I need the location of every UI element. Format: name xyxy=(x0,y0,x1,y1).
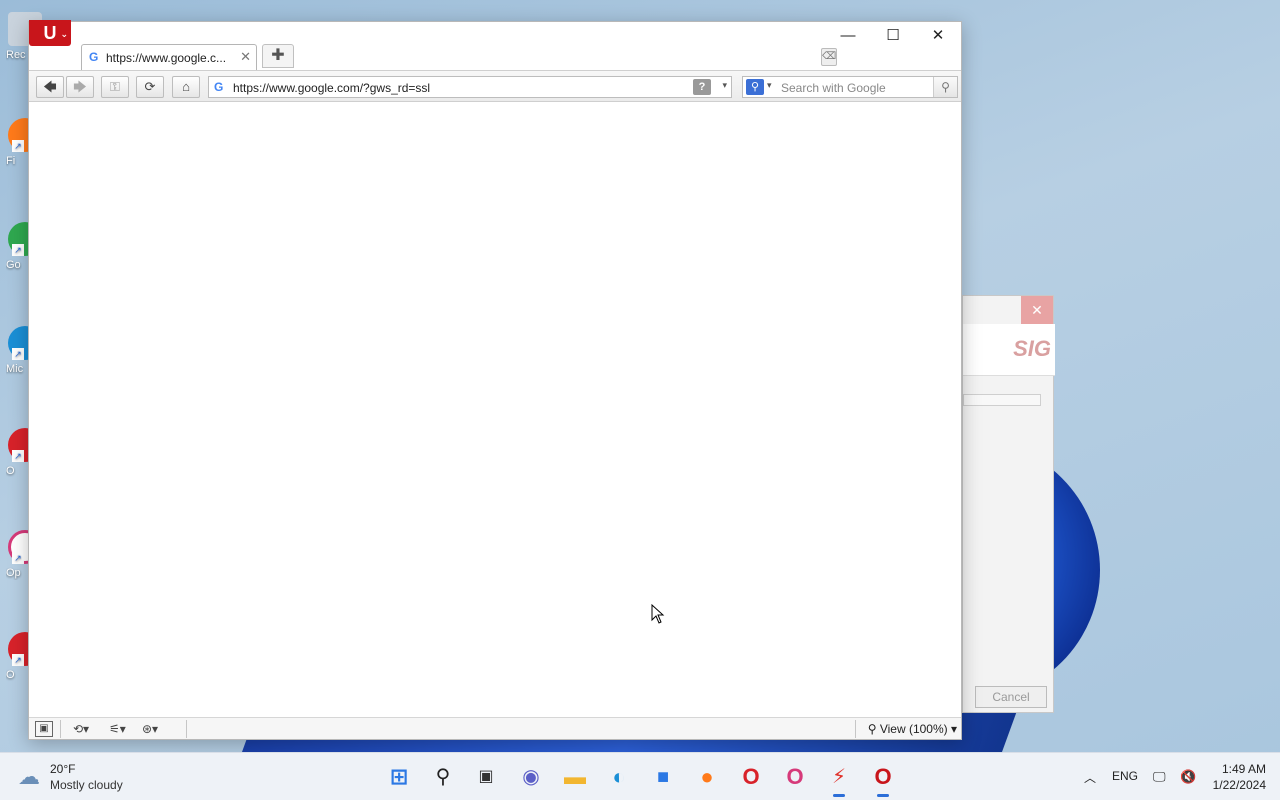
address-dropdown-button[interactable]: ▾ xyxy=(722,80,727,91)
installer-dialog: ✕ SIG Cancel xyxy=(962,295,1055,713)
network-icon[interactable]: 🖵 xyxy=(1153,769,1166,785)
turbo-button[interactable]: ⊛▾ xyxy=(142,721,158,737)
opera-gx-button[interactable]: O xyxy=(781,763,809,791)
dialog-cancel-button[interactable]: Cancel xyxy=(975,686,1047,708)
chat-button[interactable]: ◉ xyxy=(517,763,545,791)
firefox-button[interactable]: ● xyxy=(693,763,721,791)
search-button[interactable]: ⚲ xyxy=(429,763,457,791)
clock[interactable]: 1:49 AM 1/22/2024 xyxy=(1213,761,1266,793)
maximize-button[interactable]: ☐ xyxy=(871,24,915,48)
weather-widget[interactable]: ☁ 20°F Mostly cloudy xyxy=(16,761,156,793)
address-input[interactable]: https://www.google.com/?gws_rd=ssl xyxy=(233,81,430,95)
back-button[interactable]: 🡄 xyxy=(36,76,64,98)
tab-close-button[interactable]: ✕ xyxy=(240,49,251,65)
search-engine-icon[interactable]: ⚲ xyxy=(746,79,764,95)
file-explorer-button[interactable]: ▬ xyxy=(561,763,589,791)
sync-button[interactable]: ⟲▾ xyxy=(73,721,89,737)
reload-button[interactable]: ⟳ xyxy=(136,76,164,98)
panel-toggle-button[interactable]: ▣ xyxy=(35,721,53,737)
opera-legacy-button[interactable]: O xyxy=(869,763,897,797)
new-tab-button[interactable]: ✚ xyxy=(262,44,294,68)
wand-key-button[interactable]: ⚿ xyxy=(101,76,129,98)
shortcut-arrow-icon: ↗ xyxy=(12,654,24,666)
shortcut-arrow-icon: ↗ xyxy=(12,140,24,152)
weather-condition: Mostly cloudy xyxy=(50,778,123,792)
zoom-label: View (100%) xyxy=(879,722,948,736)
site-info-button[interactable]: ? xyxy=(693,79,711,95)
close-button[interactable]: ✕ xyxy=(916,24,960,48)
shortcut-arrow-icon: ↗ xyxy=(12,552,24,564)
taskbar: ☁ 20°F Mostly cloudy ⊞ ⚲ ▣ ◉ ▬ ◐ ■ ● O O… xyxy=(0,752,1280,800)
search-go-button[interactable]: ⚲ xyxy=(933,77,957,97)
forward-button[interactable]: 🡆 xyxy=(66,76,94,98)
shortcut-arrow-icon: ↗ xyxy=(12,244,24,256)
clock-date: 1/22/2024 xyxy=(1212,778,1266,792)
volume-muted-icon[interactable]: 🔇 xyxy=(1180,769,1196,785)
dialog-close-button[interactable]: ✕ xyxy=(1021,296,1053,324)
weather-temperature: 20°F xyxy=(50,762,76,776)
clock-time: 1:49 AM xyxy=(1221,762,1266,776)
shortcut-arrow-icon: ↗ xyxy=(12,348,24,360)
address-bar[interactable]: G https://www.google.com/?gws_rd=ssl ? ▾ xyxy=(208,76,732,98)
page-content[interactable] xyxy=(29,103,961,715)
cloud-icon: ☁ xyxy=(18,764,40,789)
start-button[interactable]: ⊞ xyxy=(385,763,413,791)
dialog-progress-bar xyxy=(963,394,1041,406)
google-favicon-icon: G xyxy=(214,80,224,94)
dialog-logo: SIG xyxy=(1013,336,1051,361)
store-button[interactable]: ■ xyxy=(649,763,677,791)
browser-window: U ⌄ G https://www.google.c... ✕ ✚ ⌫ — ☐ … xyxy=(28,20,962,740)
tab-title: https://www.google.c... xyxy=(106,51,227,65)
search-engine-dropdown-icon[interactable]: ▾ xyxy=(767,80,772,91)
home-button[interactable]: ⌂ xyxy=(172,76,200,98)
shortcut-arrow-icon: ↗ xyxy=(12,450,24,462)
opera-button[interactable]: O xyxy=(737,763,765,791)
mouse-cursor-icon xyxy=(651,604,665,624)
divider xyxy=(186,720,187,738)
google-favicon-icon: G xyxy=(89,50,99,64)
search-input[interactable]: Search with Google xyxy=(781,81,886,95)
opera-menu-button[interactable]: U ⌄ xyxy=(29,20,71,46)
zoom-control[interactable]: ⚲ View (100%) ▾ xyxy=(868,720,957,738)
edge-button[interactable]: ◐ xyxy=(605,763,633,791)
flash-app-button[interactable]: ⚡ xyxy=(825,763,853,797)
divider xyxy=(60,720,61,738)
search-box[interactable]: ⚲ ▾ Search with Google ⚲ xyxy=(742,76,958,98)
tab-google[interactable]: G https://www.google.c... ✕ xyxy=(81,44,257,70)
chevron-down-icon: ⌄ xyxy=(60,29,68,39)
task-view-button[interactable]: ▣ xyxy=(472,763,500,791)
minimize-button[interactable]: — xyxy=(826,24,870,48)
status-bar: ▣ ⟲▾ ⚟▾ ⊛▾ ⚲ View (100%) ▾ xyxy=(29,717,961,739)
trash-can-icon[interactable]: ⌫ xyxy=(821,48,837,66)
title-bar: U ⌄ G https://www.google.c... ✕ ✚ ⌫ — ☐ … xyxy=(29,20,961,70)
show-hidden-icons-button[interactable]: ︿ xyxy=(1084,769,1096,786)
unite-share-button[interactable]: ⚟▾ xyxy=(109,721,126,737)
chevron-down-icon: ▾ xyxy=(947,722,957,736)
divider xyxy=(855,720,856,738)
language-indicator[interactable]: ENG xyxy=(1112,769,1138,783)
opera-logo-icon: U xyxy=(43,23,57,43)
navigation-toolbar: 🡄 🡆 ⚿ ⟳ ⌂ G https://www.google.com/?gws_… xyxy=(29,70,961,102)
zoom-icon: ⚲ xyxy=(867,722,880,736)
